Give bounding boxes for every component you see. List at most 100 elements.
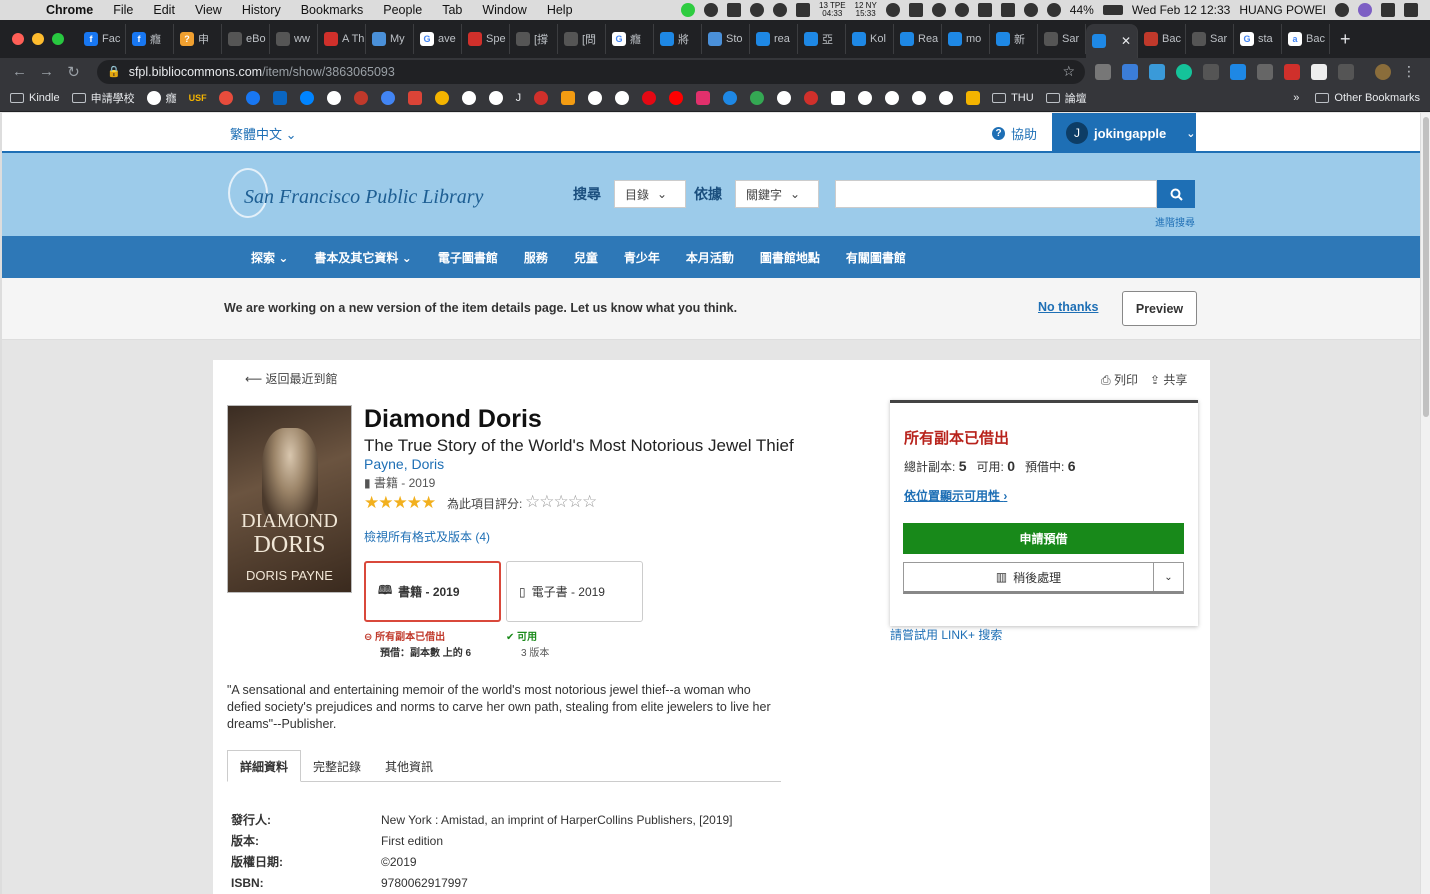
menu-kebab-icon[interactable]: ⋮ <box>1402 63 1416 80</box>
bookmark-favicon-icon[interactable] <box>488 91 503 105</box>
check-icon[interactable] <box>885 3 900 17</box>
more-bookmarks-chevron-icon[interactable]: » <box>1293 92 1299 104</box>
tab-full-record[interactable]: 完整記錄 <box>301 750 373 782</box>
bookmark-favicon-icon[interactable] <box>326 91 341 105</box>
no-thanks-link[interactable]: No thanks <box>1038 300 1098 314</box>
bookmark-favicon-icon[interactable] <box>353 91 368 105</box>
browser-tab[interactable]: A Th <box>318 24 366 54</box>
for-later-button[interactable]: ▥ 稍後處理 <box>904 563 1153 591</box>
forward-arrow-icon[interactable]: → <box>33 63 60 80</box>
bookmark-favicon-icon[interactable] <box>777 91 792 105</box>
bookmark-favicon-icon[interactable] <box>615 91 630 105</box>
bookmark-favicon-icon[interactable] <box>588 91 603 105</box>
move-icon[interactable] <box>954 3 969 17</box>
extension-icon[interactable] <box>1203 63 1219 80</box>
notion-icon[interactable] <box>1311 63 1327 80</box>
user-menu[interactable]: J jokingapple ⌄ <box>1052 113 1196 153</box>
page-scrollbar[interactable] <box>1420 113 1430 894</box>
browser-tab[interactable]: ww <box>270 24 318 54</box>
scrollbar-thumb[interactable] <box>1423 117 1429 417</box>
bookmark-favicon-icon[interactable] <box>750 91 765 105</box>
world-clock-tpe[interactable]: 13 TPE 04:33 <box>819 2 846 18</box>
sync-icon[interactable] <box>773 3 787 17</box>
share-button[interactable]: ⇪ 共享 <box>1150 371 1187 388</box>
bookmark-favicon-icon[interactable] <box>669 91 684 105</box>
nav-kids[interactable]: 兒童 <box>574 249 598 266</box>
bookmark-favicon-icon[interactable] <box>561 91 576 105</box>
keyboard-icon[interactable] <box>977 3 992 17</box>
language-selector[interactable]: 繁體中文 ⌄ <box>230 124 297 143</box>
layout-icon[interactable] <box>908 3 923 17</box>
bookmark-favicon-icon[interactable] <box>885 91 900 105</box>
browser-tab[interactable]: Sto <box>702 24 750 54</box>
download-icon[interactable] <box>796 3 810 17</box>
print-button[interactable]: ⎙ 列印 <box>1101 371 1138 388</box>
browser-tab[interactable]: Kol <box>846 24 894 54</box>
extension-icon[interactable] <box>1095 63 1111 80</box>
nav-about[interactable]: 有關圖書館 <box>846 249 906 266</box>
shield-icon[interactable] <box>1230 63 1246 80</box>
bookmark-favicon-icon[interactable] <box>272 91 287 105</box>
menu-file[interactable]: File <box>103 3 143 17</box>
bookmark-item[interactable]: USF <box>189 93 207 103</box>
volume-icon[interactable] <box>1046 3 1061 17</box>
time-machine-icon[interactable] <box>931 3 946 17</box>
menu-edit[interactable]: Edit <box>143 3 185 17</box>
bookmark-favicon-icon[interactable] <box>434 91 449 105</box>
menu-bookmarks[interactable]: Bookmarks <box>291 3 374 17</box>
author-link[interactable]: Payne, Doris <box>364 456 444 472</box>
menu-app[interactable]: Chrome <box>46 3 103 17</box>
bookmark-folder-school[interactable]: 申請學校 <box>71 90 135 106</box>
browser-tab[interactable]: G癮 <box>606 24 654 54</box>
nav-events[interactable]: 本月活動 <box>686 249 734 266</box>
browser-tab[interactable]: ✕ <box>1086 24 1138 58</box>
nav-elibrary[interactable]: 電子圖書館 <box>438 249 498 266</box>
nav-locations[interactable]: 圖書館地點 <box>760 249 820 266</box>
menu-window[interactable]: Window <box>472 3 536 17</box>
all-formats-link[interactable]: 檢視所有格式及版本 (4) <box>364 528 490 545</box>
browser-tab[interactable]: 亞 <box>798 24 846 54</box>
menu-help[interactable]: Help <box>537 3 583 17</box>
place-hold-button[interactable]: 申請預借 <box>903 523 1184 554</box>
wifi-icon[interactable] <box>1023 3 1038 17</box>
browser-tab[interactable]: My <box>366 24 414 54</box>
back-arrow-icon[interactable]: ← <box>6 63 33 80</box>
timer-icon[interactable] <box>704 3 718 17</box>
browser-tab[interactable]: 將 <box>654 24 702 54</box>
bookmark-folder-kindle[interactable]: Kindle <box>10 92 60 104</box>
extension-icon[interactable] <box>1284 63 1300 80</box>
format-option-ebook[interactable]: ▯ 電子書 - 2019 <box>506 561 643 622</box>
bookmark-label[interactable]: J <box>516 92 522 104</box>
for-later-dropdown[interactable]: ⌄ <box>1153 563 1183 591</box>
browser-tab[interactable]: Bac <box>1138 24 1186 54</box>
browser-tab[interactable]: mo <box>942 24 990 54</box>
menu-tab[interactable]: Tab <box>432 3 472 17</box>
bookmark-folder-thu[interactable]: THU <box>992 92 1034 104</box>
nav-teens[interactable]: 青少年 <box>624 249 660 266</box>
bookmark-favicon-icon[interactable] <box>966 91 981 105</box>
airplay-icon[interactable] <box>1000 3 1015 17</box>
battery-icon[interactable] <box>1102 5 1123 15</box>
control-center-icon[interactable] <box>1381 3 1395 17</box>
bookmark-favicon-icon[interactable] <box>831 91 846 105</box>
bookmark-favicon-icon[interactable] <box>245 91 260 105</box>
browser-tab[interactable]: Gsta <box>1234 24 1282 54</box>
browser-tab[interactable]: [撐 <box>510 24 558 54</box>
nav-explore[interactable]: 探索 ⌄ <box>251 249 288 266</box>
bookmark-favicon-icon[interactable] <box>642 91 657 105</box>
browser-tab[interactable]: Rea <box>894 24 942 54</box>
bookmark-favicon-icon[interactable] <box>380 91 395 105</box>
browser-tab[interactable]: rea <box>750 24 798 54</box>
format-option-book[interactable]: 🕮 書籍 - 2019 <box>364 561 501 622</box>
line-icon[interactable] <box>681 3 695 17</box>
grammarly-icon[interactable] <box>1176 63 1192 80</box>
profile-avatar[interactable] <box>1375 63 1391 80</box>
world-clock-ny[interactable]: 12 NY 15:33 <box>855 2 877 18</box>
bookmark-favicon-icon[interactable] <box>723 91 738 105</box>
extension-icon[interactable] <box>1149 63 1165 80</box>
close-window-button[interactable] <box>12 33 24 45</box>
spotlight-icon[interactable] <box>1335 3 1349 17</box>
search-input[interactable] <box>835 180 1157 208</box>
close-tab-icon[interactable]: ✕ <box>1121 34 1131 48</box>
bookmark-item[interactable]: 癮 <box>146 90 177 106</box>
